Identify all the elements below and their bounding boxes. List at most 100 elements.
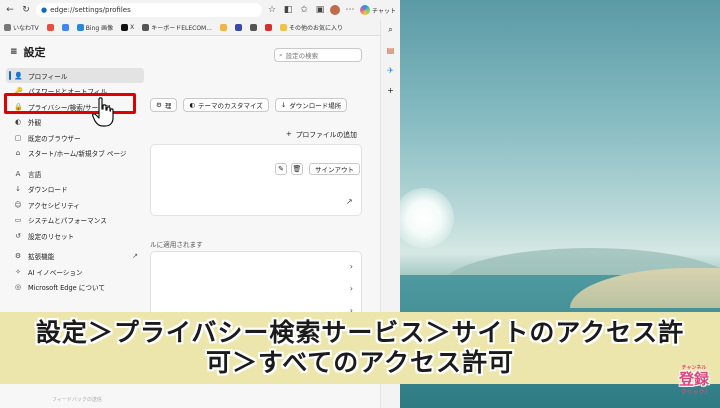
chevron-right-icon[interactable]: › xyxy=(350,284,353,293)
copilot-icon xyxy=(360,5,371,15)
favorites-bar: いなわTV Bing 画像 X キーボードELECOM... その他のお気に入り xyxy=(0,20,400,36)
add-icon[interactable]: + xyxy=(385,84,397,96)
sidebar-item-label: プロフィール xyxy=(28,72,68,81)
collections-icon[interactable]: ▣ xyxy=(314,4,326,16)
settings-header: ≡ 設定 xyxy=(6,44,144,60)
search-icon[interactable]: ⌕ xyxy=(385,24,397,36)
palette-icon: ◐ xyxy=(14,118,22,126)
refresh-icon[interactable]: ↻ xyxy=(20,4,32,16)
quick-action-chip[interactable]: ↓ ダウンロード場所 xyxy=(274,98,348,112)
favorite-item[interactable] xyxy=(264,24,272,31)
quick-action-chip[interactable]: ◐ テーマのカスタマイズ xyxy=(183,98,269,112)
search-icon: ⌕ xyxy=(279,50,283,59)
favorite-label: キーボードELECOM... xyxy=(151,25,212,32)
sidebar-item-label: 言語 xyxy=(28,170,42,179)
sidebar-item[interactable]: ⌂ スタート/ホーム/新規タブ ページ xyxy=(6,146,144,161)
favorite-icon xyxy=(264,24,272,31)
settings-search-input[interactable]: ⌕ 設定の検索 xyxy=(274,48,362,62)
sidebar-item[interactable]: A 言語 xyxy=(6,166,144,181)
wallpaper-sun xyxy=(400,188,454,248)
copilot-label: チャット xyxy=(372,7,396,15)
accessibility-icon: ☺ xyxy=(14,200,22,209)
shopping-icon[interactable]: ▤ xyxy=(385,44,397,56)
address-bar[interactable]: ● edge://settings/profiles xyxy=(36,3,263,17)
favorite-icon xyxy=(4,24,11,31)
favorite-icon xyxy=(61,24,69,31)
extensions-icon: ⚙ xyxy=(14,252,22,260)
sidebar-item-label: 外観 xyxy=(28,119,42,127)
favorite-item[interactable] xyxy=(46,24,54,31)
sidebar-item[interactable]: ✧ AI イノベーション xyxy=(6,264,144,279)
favorite-item[interactable]: いなわTV xyxy=(4,23,39,32)
pencil-icon: ✎ xyxy=(278,165,284,173)
favorite-item[interactable] xyxy=(61,24,69,31)
settings-list-card: › › › xyxy=(150,251,362,321)
favorite-label: X xyxy=(130,24,135,31)
sidebar-item-label: 拡張機能 xyxy=(28,253,55,261)
external-link-icon[interactable]: ↗ xyxy=(346,197,353,206)
caption-line-2: 可＞すべてのアクセス許可 xyxy=(205,348,514,377)
favorite-item[interactable]: Bing 画像 xyxy=(76,23,113,32)
plus-icon: + xyxy=(286,130,292,138)
favorite-item[interactable] xyxy=(249,24,257,31)
add-profile-label: プロファイルの追加 xyxy=(295,131,357,139)
favorite-icon xyxy=(219,24,227,31)
sidebar-item-label: 設定のリセット xyxy=(28,232,75,241)
chip-label: テーマのカスタマイズ xyxy=(198,102,263,110)
reset-icon: ↺ xyxy=(15,231,21,240)
sidebar-item[interactable]: ▭ システムとパフォーマンス xyxy=(6,213,144,228)
edge-page-icon: ● xyxy=(41,6,48,14)
back-icon[interactable]: ← xyxy=(4,4,16,16)
badge-subscribe-text: 登録 xyxy=(678,370,709,388)
menu-icon[interactable]: ≡ xyxy=(10,47,18,57)
sidebar-item-label: アクセシビリティ xyxy=(28,201,81,210)
download-icon: ↓ xyxy=(15,185,21,193)
browser-icon: ▢ xyxy=(14,133,22,142)
sidebar-item[interactable]: ▢ 既定のブラウザー xyxy=(6,130,144,145)
sidebar-item[interactable]: ⚙ 拡張機能 ↗ xyxy=(6,249,144,264)
profile-card: ✎ 🗑 サインアウト ↗ xyxy=(150,144,362,216)
favorite-label: その他のお気に入り xyxy=(288,25,343,32)
add-profile-button[interactable]: + プロファイルの追加 xyxy=(286,129,357,139)
sidebar-item-label: 既定のブラウザー xyxy=(28,134,81,143)
quick-action-chip[interactable]: ⚙ 理 xyxy=(150,98,178,112)
sidebar-item[interactable]: ☺ アクセシビリティ xyxy=(6,197,144,212)
sidebar-item[interactable]: ↺ 設定のリセット xyxy=(6,228,144,243)
settings-icon: ⚙ xyxy=(156,101,162,109)
trash-icon: 🗑 xyxy=(292,165,302,173)
star-icon[interactable]: ☆ xyxy=(266,4,278,16)
favorite-item[interactable] xyxy=(234,24,242,31)
copilot-button[interactable]: チャット xyxy=(360,5,396,15)
address-bar-row: ← ↻ ● edge://settings/profiles ☆ ◧ ✩ ▣ ⋯… xyxy=(0,0,400,20)
chevron-right-icon[interactable]: › xyxy=(350,262,353,271)
favorites-icon[interactable]: ✩ xyxy=(298,4,310,16)
favorite-label: いなわTV xyxy=(13,25,39,32)
sign-out-button[interactable]: サインアウト xyxy=(309,163,360,175)
favorite-icon xyxy=(142,24,150,31)
sidebar-item[interactable]: 👤 プロフィール xyxy=(6,68,144,83)
more-icon[interactable]: ⋯ xyxy=(344,4,356,16)
edit-profile-button[interactable]: ✎ xyxy=(275,163,287,175)
language-icon: A xyxy=(15,169,21,178)
subscribe-badge[interactable]: チャンネル 登録 クリック! xyxy=(672,358,716,402)
sidebar-item[interactable]: ◎ Microsoft Edge について xyxy=(6,280,144,295)
sidebar-item[interactable]: ◐ 外観 xyxy=(6,115,144,130)
tools-icon[interactable]: ✈ xyxy=(385,64,397,76)
feedback-link[interactable]: フィードバックの送信 xyxy=(52,396,102,403)
ai-icon: ✧ xyxy=(15,267,21,276)
sidebar-item-label: スタート/ホーム/新規タブ ページ xyxy=(28,150,127,158)
favorite-item[interactable]: その他のお気に入り xyxy=(279,23,343,32)
favorite-item[interactable] xyxy=(219,24,227,31)
home-icon: ⌂ xyxy=(15,149,21,157)
quick-action-chips: ⚙ 理 ◐ テーマのカスタマイズ ↓ ダウンロード場所 xyxy=(150,98,348,112)
system-icon: ▭ xyxy=(14,216,22,224)
favorite-item[interactable]: キーボードELECOM... xyxy=(142,23,212,32)
favorite-item[interactable]: X xyxy=(121,24,134,31)
split-screen-icon[interactable]: ◧ xyxy=(282,4,294,16)
sidebar-item[interactable]: ↓ ダウンロード xyxy=(6,182,144,197)
favorite-icon xyxy=(121,24,129,31)
highlight-box xyxy=(4,93,136,114)
download-icon: ↓ xyxy=(280,101,287,109)
profile-avatar[interactable] xyxy=(330,5,341,15)
delete-profile-button[interactable]: 🗑 xyxy=(291,163,303,175)
